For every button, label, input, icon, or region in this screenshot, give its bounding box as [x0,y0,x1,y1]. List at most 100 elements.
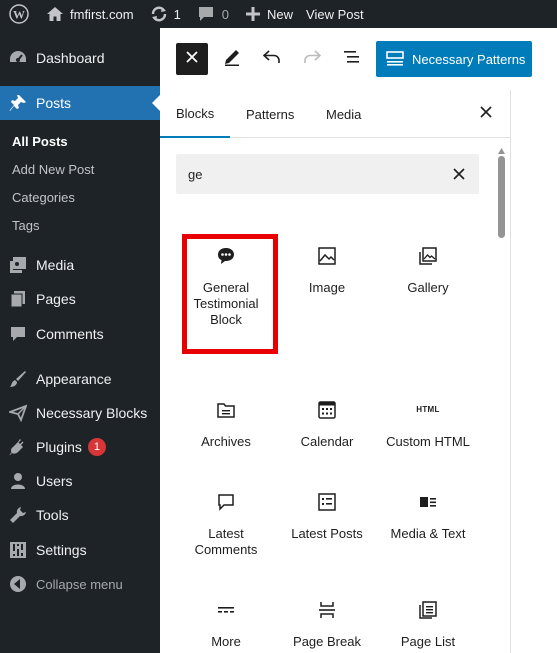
close-icon [480,105,492,123]
block-label: Custom HTML [386,434,470,449]
inserter-scrollbar[interactable] [498,156,505,238]
sidebar-item-label: Tools [36,507,69,523]
tools-button[interactable] [216,43,248,75]
block-page-break[interactable]: Page Break [278,598,376,650]
collapse-menu-button[interactable]: Collapse menu [0,567,160,601]
redo-button[interactable] [296,43,328,75]
plug-icon [8,437,28,457]
sidebar-item-users[interactable]: Users [0,464,160,498]
sidebar-item-posts[interactable]: Posts [0,86,160,120]
block-more[interactable]: More [177,598,275,650]
new-content-link[interactable]: New [236,0,300,28]
block-gallery[interactable]: Gallery [379,244,477,296]
home-icon [46,6,64,22]
updates-link[interactable]: 1 [141,0,188,28]
sidebar-item-label: Comments [36,326,104,342]
paper-plane-icon [8,403,28,423]
comments-icon [8,324,28,344]
tab-patterns[interactable]: Patterns [246,90,294,138]
gallery-icon [416,244,440,268]
block-latest-posts[interactable]: Latest Posts [278,490,376,542]
undo-button[interactable] [256,43,288,75]
wordpress-logo-icon[interactable]: W [0,0,39,28]
submenu-tags[interactable]: Tags [12,218,39,233]
submenu-add-new-post[interactable]: Add New Post [12,162,94,177]
block-editor: Necessary Patterns Blocks Patterns Media… [160,28,557,653]
block-label: Page List [400,634,456,649]
submenu-all-posts[interactable]: All Posts [12,134,68,149]
sidebar-item-media[interactable]: Media [0,248,160,282]
block-image[interactable]: Image [278,244,376,296]
site-name: fmfirst.com [70,6,134,22]
brush-icon [8,369,28,389]
sidebar-item-label: Users [36,473,73,489]
block-search-input[interactable] [176,154,436,194]
page-break-icon [315,598,339,622]
sidebar-item-dashboard[interactable]: Dashboard [0,41,160,75]
submenu-categories[interactable]: Categories [12,190,75,205]
updates-count: 1 [173,6,181,22]
block-custom-html[interactable]: HTML Custom HTML [379,398,477,450]
block-label: Image [308,280,346,295]
necessary-patterns-button[interactable]: Necessary Patterns [376,41,532,77]
sidebar-item-label: Appearance [36,371,112,387]
close-inserter-button[interactable] [176,43,208,75]
sidebar-item-label: Pages [36,291,76,307]
media-icon [8,255,28,275]
close-panel-button[interactable] [476,104,496,124]
users-icon [8,471,28,491]
comments-link[interactable]: 0 [188,0,236,28]
comment-bubble-icon [198,6,214,22]
block-label: Calendar [300,434,354,449]
view-post-label: View Post [306,6,364,22]
plugins-update-badge: 1 [87,438,106,456]
page-list-icon [416,598,440,622]
sidebar-item-label: Posts [36,95,72,111]
block-label: Archives [201,434,251,449]
sidebar-item-label: Necessary Blocks [36,405,148,421]
inserter-tabs: Blocks Patterns Media [160,90,510,138]
sidebar-item-pages[interactable]: Pages [0,282,160,316]
scroll-up-arrow-icon[interactable] [497,142,506,154]
block-latest-comments[interactable]: Latest Comments [177,490,275,558]
block-page-list[interactable]: Page List [379,598,477,650]
sidebar-item-plugins[interactable]: Plugins 1 [0,430,160,464]
dashboard-icon [8,48,28,68]
highlight-box [182,234,278,354]
sidebar-item-label: Plugins [36,439,82,455]
block-media-text[interactable]: Media & Text [379,490,477,542]
block-label: More [211,634,241,649]
tab-media[interactable]: Media [326,90,361,138]
admin-bar: W fmfirst.com 1 0 New View Post [0,0,557,28]
sidebar-item-comments[interactable]: Comments [0,317,160,351]
block-calendar[interactable]: Calendar [278,398,376,450]
sidebar-item-settings[interactable]: Settings [0,533,160,567]
tab-blocks[interactable]: Blocks [160,90,231,138]
block-archives[interactable]: Archives [177,398,275,450]
collapse-menu-label: Collapse menu [36,576,123,592]
patterns-button-label: Necessary Patterns [412,51,526,67]
close-icon [186,50,198,68]
sidebar-item-necessary-blocks[interactable]: Necessary Blocks [0,396,160,430]
block-label: Latest Posts [291,526,363,541]
sidebar-item-appearance[interactable]: Appearance [0,362,160,396]
more-icon [214,598,238,622]
site-name-link[interactable]: fmfirst.com [39,0,141,28]
block-search [176,154,479,194]
comment-icon [214,490,238,514]
pages-icon [8,289,28,309]
sidebar-item-tools[interactable]: Tools [0,498,160,532]
image-icon [315,244,339,268]
wrench-icon [8,505,28,525]
media-text-icon [416,490,440,514]
editor-toolbar: Necessary Patterns [160,28,557,90]
html-icon: HTML [416,405,440,414]
block-label: Page Break [293,634,361,649]
document-overview-button[interactable] [336,43,368,75]
block-label: Media & Text [390,526,466,541]
archive-icon [214,398,238,422]
admin-sidebar: Dashboard Posts All Posts Add New Post C… [0,28,160,653]
svg-text:W: W [13,8,25,22]
view-post-link[interactable]: View Post [300,0,371,28]
clear-search-icon[interactable] [451,166,467,182]
